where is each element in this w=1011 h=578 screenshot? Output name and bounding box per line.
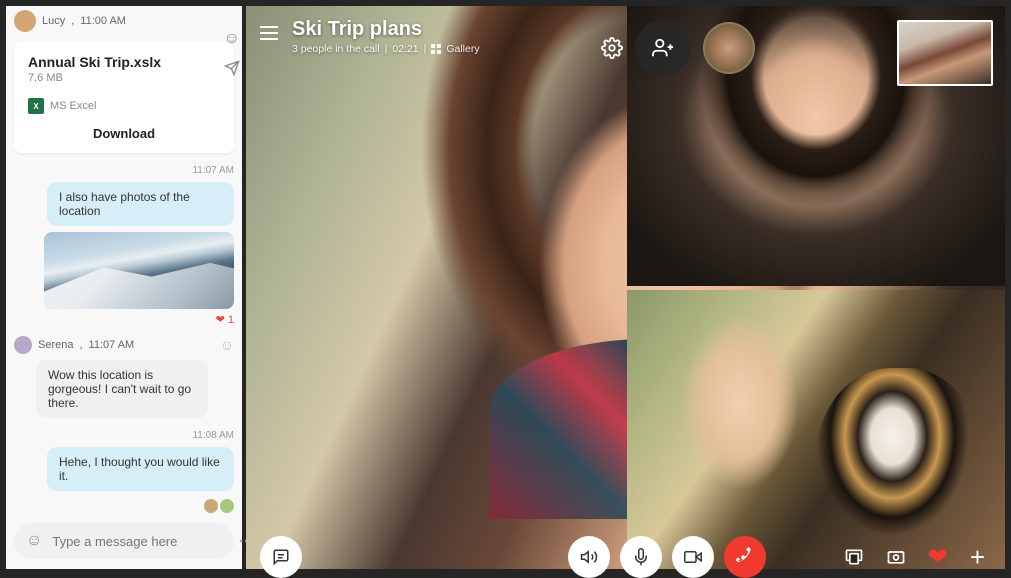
participant-video-2[interactable]	[627, 290, 1005, 570]
message-bubble-incoming[interactable]: Wow this location is gorgeous! I can't w…	[36, 360, 208, 418]
file-attachment-card[interactable]: Annual Ski Trip.xslx 7,6 MB X MS Excel D…	[14, 42, 234, 153]
file-size: 7,6 MB	[28, 72, 220, 84]
add-button[interactable]: +	[970, 542, 985, 573]
call-subtitle: 3 people in the call | 02:21 | Gallery	[292, 43, 480, 55]
avatar-serena	[14, 336, 32, 354]
time-separator: 11:08 AM	[14, 430, 234, 441]
excel-icon: X	[28, 98, 44, 114]
sender-time: 11:07 AM	[89, 339, 135, 351]
file-type-row: X MS Excel	[28, 98, 220, 114]
react-icon[interactable]: ☺	[224, 30, 240, 48]
sender-name: Lucy	[42, 15, 65, 27]
video-call-panel: Ski Trip plans 3 people in the call | 02…	[246, 6, 1005, 569]
speaker-button[interactable]	[568, 536, 610, 578]
microphone-button[interactable]	[620, 536, 662, 578]
download-button[interactable]: Download	[28, 126, 220, 141]
call-title: Ski Trip plans	[292, 18, 480, 41]
participant-avatar[interactable]	[703, 22, 755, 74]
camera-button[interactable]	[672, 536, 714, 578]
call-duration: 02:21	[392, 43, 418, 55]
heart-icon: ❤	[216, 313, 225, 326]
participant-tiles	[627, 6, 1005, 569]
gallery-icon	[431, 44, 441, 54]
sender-time: 11:00 AM	[80, 15, 126, 27]
time-separator: 11:07 AM	[14, 165, 234, 176]
read-avatar	[220, 499, 234, 513]
call-people-count: 3 people in the call	[292, 43, 380, 55]
hangup-button[interactable]	[724, 536, 766, 578]
self-video-preview[interactable]	[897, 20, 993, 86]
file-name: Annual Ski Trip.xslx	[28, 54, 220, 70]
message-header-lucy: Lucy, 11:00 AM	[14, 10, 234, 32]
message-input[interactable]	[52, 534, 228, 549]
settings-icon[interactable]	[601, 37, 623, 59]
chat-messages: Lucy, 11:00 AM ☺ Annual Ski Trip.xslx 7,…	[6, 6, 242, 517]
chat-toggle-button[interactable]	[260, 536, 302, 578]
emoji-picker-icon[interactable]: ☺	[26, 532, 42, 550]
message-bubble-outgoing[interactable]: Hehe, I thought you would like it.	[47, 447, 234, 491]
call-header: Ski Trip plans 3 people in the call | 02…	[260, 18, 480, 55]
photo-attachment[interactable]	[44, 232, 234, 309]
sender-name: Serena	[38, 339, 73, 351]
reaction-heart[interactable]: ❤ 1	[216, 313, 234, 326]
menu-icon[interactable]	[260, 26, 278, 40]
forward-icon[interactable]	[224, 60, 240, 76]
reaction-count: 1	[228, 314, 234, 326]
message-side-actions: ☺	[224, 30, 240, 76]
add-participant-button[interactable]	[635, 20, 691, 76]
share-screen-button[interactable]	[844, 547, 864, 567]
react-heart-button[interactable]: ❤	[928, 543, 948, 572]
file-type-label: MS Excel	[50, 100, 96, 112]
chat-panel: Lucy, 11:00 AM ☺ Annual Ski Trip.xslx 7,…	[6, 6, 242, 569]
message-composer: ☺ ⋯	[14, 523, 234, 559]
read-receipts	[204, 499, 234, 513]
read-avatar	[204, 499, 218, 513]
message-bubble-outgoing[interactable]: I also have photos of the location	[47, 182, 234, 226]
react-icon[interactable]: ☺	[220, 337, 234, 353]
message-header-serena: Serena, 11:07 AM ☺	[14, 336, 234, 354]
view-mode-label[interactable]: Gallery	[446, 43, 479, 55]
avatar-lucy	[14, 10, 36, 32]
snapshot-button[interactable]	[886, 547, 906, 567]
top-call-controls	[601, 20, 755, 76]
